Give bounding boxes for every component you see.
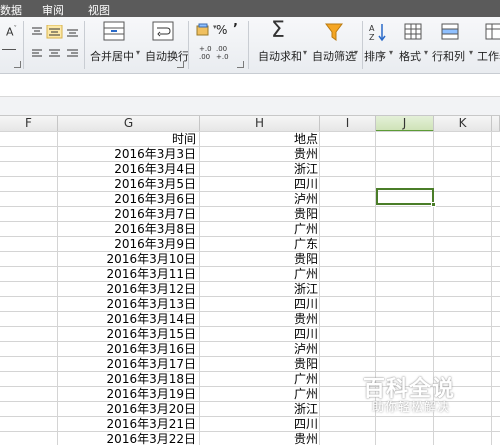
place-cell[interactable]: 四川 — [200, 297, 319, 312]
watermark-subtitle: 助你轻松解决 — [372, 400, 451, 414]
place-cell[interactable]: 贵州 — [200, 432, 319, 445]
sigma-icon[interactable]: Σ — [271, 18, 285, 43]
date-cell[interactable]: 2016年3月4日 — [58, 162, 199, 177]
column-header-k[interactable]: K — [434, 116, 492, 132]
merge-dropdown-icon[interactable]: ▾ — [136, 48, 140, 57]
place-cell[interactable]: 浙江 — [200, 282, 319, 297]
date-cell[interactable]: 2016年3月17日 — [58, 357, 199, 372]
worksheet-button[interactable]: 工作表 — [477, 48, 500, 64]
place-cell[interactable]: 广州 — [200, 222, 319, 237]
fill-handle[interactable] — [431, 202, 436, 207]
format-dropdown-icon[interactable]: ▾ — [424, 48, 428, 57]
date-cell[interactable]: 2016年3月9日 — [58, 237, 199, 252]
svg-text:Z: Z — [369, 33, 375, 42]
format-button[interactable]: 格式 — [399, 48, 421, 64]
date-cell[interactable]: 2016年3月19日 — [58, 387, 199, 402]
column-header-g[interactable]: G — [58, 116, 200, 132]
auto-filter-button[interactable]: 自动筛选 — [312, 48, 356, 64]
date-cell[interactable]: 2016年3月15日 — [58, 327, 199, 342]
filter-icon[interactable] — [325, 23, 343, 41]
column-header-j[interactable]: J — [376, 116, 434, 132]
date-cell[interactable]: 2016年3月6日 — [58, 192, 199, 207]
date-cell[interactable]: 2016年3月20日 — [58, 402, 199, 417]
place-cell[interactable]: 广州 — [200, 372, 319, 387]
alignment-dialog-launcher[interactable] — [177, 61, 184, 68]
increase-decimal-button[interactable]: +.0 .00 — [199, 45, 213, 61]
rows-columns-icon[interactable] — [441, 23, 459, 40]
rows-columns-dropdown-icon[interactable]: ▾ — [469, 48, 473, 57]
place-cell[interactable]: 泸州 — [200, 192, 319, 207]
column-header-i[interactable]: I — [320, 116, 376, 132]
place-cell[interactable]: 贵阳 — [200, 207, 319, 222]
filter-dropdown-icon[interactable]: ▾ — [354, 48, 358, 57]
autosum-button[interactable]: 自动求和 — [258, 48, 302, 64]
format-icon[interactable] — [404, 23, 422, 40]
date-cell[interactable]: 2016年3月5日 — [58, 177, 199, 192]
toolbar-gap — [0, 97, 500, 116]
place-cell[interactable]: 四川 — [200, 327, 319, 342]
comma-style-button[interactable]: ’ — [233, 22, 238, 37]
place-cell[interactable]: 广东 — [200, 237, 319, 252]
menu-item-view[interactable]: 视图 — [88, 2, 110, 18]
date-cell[interactable]: 2016年3月13日 — [58, 297, 199, 312]
worksheet-icon[interactable] — [485, 23, 500, 40]
menu-bar: 数据 审阅 视图 — [0, 0, 500, 17]
rows-columns-button[interactable]: 行和列 — [432, 48, 465, 64]
place-cell[interactable]: 浙江 — [200, 162, 319, 177]
place-cell[interactable]: 浙江 — [200, 402, 319, 417]
decrease-decimal-button[interactable]: .00 +.0 — [216, 45, 230, 61]
date-cell[interactable]: 2016年3月14日 — [58, 312, 199, 327]
sort-dropdown-icon[interactable]: ▾ — [389, 48, 393, 57]
menu-item-data[interactable]: 数据 — [0, 2, 22, 18]
vertical-align-icons[interactable] — [30, 25, 84, 39]
currency-icon[interactable] — [196, 23, 210, 37]
column-header-l[interactable] — [492, 116, 500, 132]
place-cell[interactable]: 广州 — [200, 267, 319, 282]
font-dialog-launcher[interactable] — [14, 61, 21, 68]
sort-button[interactable]: 排序 — [364, 48, 386, 64]
place-cell[interactable]: 四川 — [200, 417, 319, 432]
date-cell[interactable]: 2016年3月21日 — [58, 417, 199, 432]
percent-style-button[interactable]: % — [216, 23, 227, 37]
column-header-h[interactable]: H — [200, 116, 320, 132]
date-cell[interactable]: 2016年3月22日 — [58, 432, 199, 445]
horizontal-align-icons[interactable] — [30, 47, 84, 61]
header-cell-place[interactable]: 地点 — [200, 132, 319, 147]
selected-cell[interactable] — [376, 188, 434, 205]
place-cell[interactable]: 四川 — [200, 177, 319, 192]
place-cell[interactable]: 广州 — [200, 387, 319, 402]
place-cell[interactable]: 贵州 — [200, 147, 319, 162]
ribbon-toolbar: Aˇ 合并居中 ▾ 自动换行 ▾ % ’ +.0 .00 .00 +.0 Σ 自… — [0, 17, 500, 74]
svg-text:A: A — [369, 24, 375, 33]
font-size-decrease-icon[interactable]: Aˇ — [6, 25, 17, 39]
sort-icon[interactable]: A Z — [368, 22, 388, 42]
merge-center-icon[interactable] — [103, 21, 125, 41]
place-cell[interactable]: 贵阳 — [200, 357, 319, 372]
date-cell[interactable]: 2016年3月12日 — [58, 282, 199, 297]
number-dialog-launcher[interactable] — [237, 61, 244, 68]
date-cell[interactable]: 2016年3月10日 — [58, 252, 199, 267]
place-cell[interactable]: 泸州 — [200, 342, 319, 357]
autosum-dropdown-icon[interactable]: ▾ — [303, 48, 307, 57]
menu-item-review[interactable]: 审阅 — [42, 2, 64, 18]
merge-center-button[interactable]: 合并居中 — [90, 48, 134, 64]
date-cell[interactable]: 2016年3月8日 — [58, 222, 199, 237]
column-header-f[interactable]: F — [0, 116, 58, 132]
wrap-text-icon[interactable] — [152, 21, 174, 41]
header-cell-time[interactable]: 时间 — [58, 132, 199, 147]
date-cell[interactable]: 2016年3月18日 — [58, 372, 199, 387]
date-cell[interactable]: 2016年3月3日 — [58, 147, 199, 162]
place-cell[interactable]: 贵州 — [200, 312, 319, 327]
date-cell[interactable]: 2016年3月11日 — [58, 267, 199, 282]
date-cell[interactable]: 2016年3月7日 — [58, 207, 199, 222]
formula-bar[interactable] — [0, 74, 500, 97]
border-icon[interactable] — [2, 49, 16, 50]
place-cell[interactable]: 贵阳 — [200, 252, 319, 267]
date-cell[interactable]: 2016年3月16日 — [58, 342, 199, 357]
